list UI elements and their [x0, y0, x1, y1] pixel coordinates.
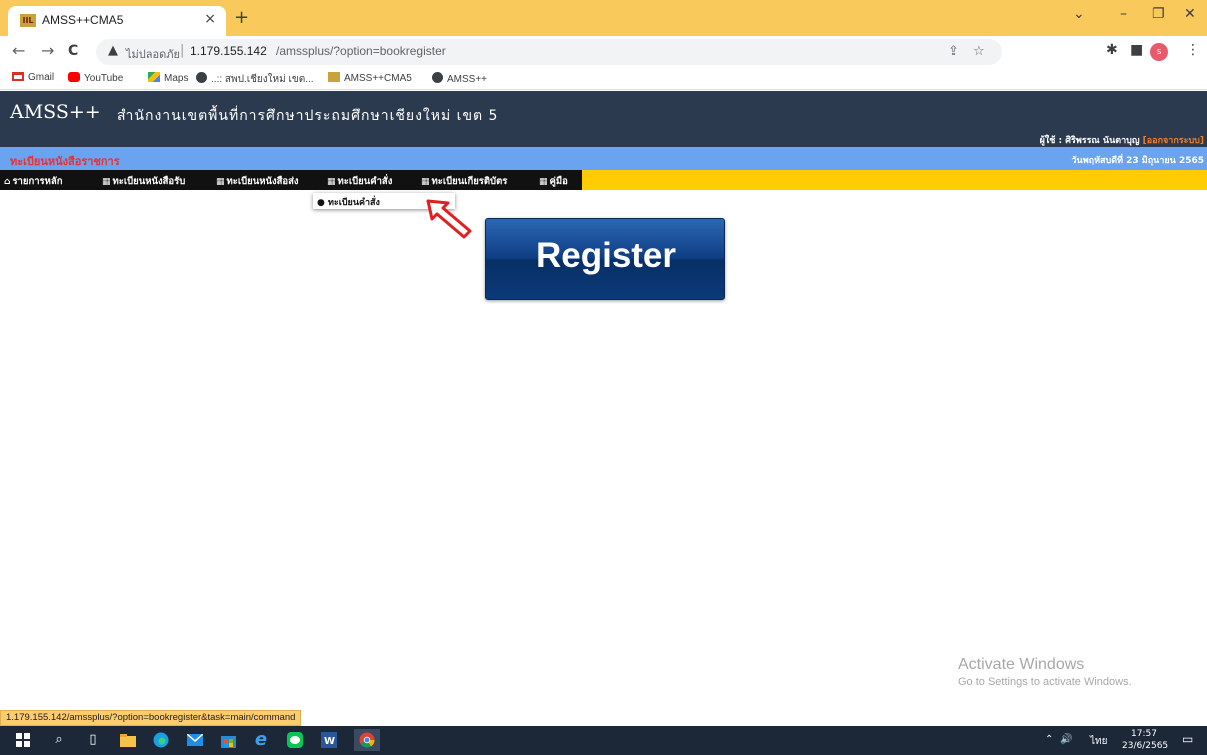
current-date: วันพฤหัสบดีที่ 23 มิถุนายน 2565 — [1071, 156, 1205, 166]
edge-icon[interactable] — [152, 731, 170, 749]
menu-item-commands[interactable]: ▦ ทะเบียนคำสั่ง — [327, 174, 392, 189]
home-icon: ⌂ — [4, 177, 11, 187]
bookmark-amss[interactable]: AMSS++ — [432, 72, 487, 85]
mail-icon[interactable] — [186, 731, 204, 749]
grid-icon: ▦ — [327, 177, 336, 187]
activate-subtitle: Go to Settings to activate Windows. — [958, 676, 1132, 688]
browser-toolbar: ← → C ▲ ไม่ปลอดภัย | 1.179.155.142 /amss… — [0, 36, 1207, 68]
organization-name: สำนักงานเขตพื้นที่การศึกษาประถมศึกษาเชีย… — [117, 108, 499, 124]
tab-close-icon[interactable]: × — [204, 11, 216, 27]
dropdown-item-command-register[interactable]: ● ทะเบียนคำสั่ง — [317, 195, 380, 209]
share-icon[interactable]: ⇪ — [948, 44, 959, 59]
register-button[interactable]: Register — [485, 218, 725, 300]
bookmark-youtube[interactable]: YouTube — [68, 72, 123, 84]
activate-windows-watermark: Activate Windows Go to Settings to activ… — [958, 656, 1132, 688]
file-explorer-icon[interactable] — [119, 731, 137, 749]
chrome-icon[interactable] — [354, 729, 380, 751]
grid-icon: ▦ — [539, 177, 548, 187]
grid-icon: ▦ — [102, 177, 111, 187]
red-pointer-arrow-icon — [426, 199, 472, 239]
globe-icon — [196, 72, 207, 83]
store-icon[interactable] — [219, 731, 237, 749]
new-tab-button[interactable]: + — [234, 9, 249, 27]
youtube-icon — [68, 72, 80, 82]
notifications-icon[interactable]: ▭ — [1182, 732, 1193, 746]
bookmark-maps[interactable]: Maps — [148, 72, 188, 84]
svg-text:W: W — [324, 736, 335, 747]
grid-icon: ▦ — [216, 177, 225, 187]
browser-titlebar: IIL AMSS++CMA5 × + ⌄ – ❐ ✕ — [0, 0, 1207, 36]
module-title: ทะเบียนหนังสือราชการ — [10, 155, 120, 168]
url-path: /amssplus/?option=bookregister — [276, 44, 446, 58]
menu-items: ⌂ รายการหลัก ▦ ทะเบียนหนังสือรับ ▦ ทะเบียนห… — [0, 170, 582, 190]
bookmark-amss-cma5[interactable]: AMSS++CMA5 — [328, 72, 412, 84]
tray-overflow-icon[interactable]: ⌃ — [1045, 734, 1053, 745]
ie-icon[interactable]: e — [252, 731, 270, 749]
restore-button[interactable]: ❐ — [1152, 6, 1165, 22]
volume-icon[interactable]: 🔊 — [1060, 734, 1072, 745]
menu-item-main[interactable]: ⌂ รายการหลัก — [4, 174, 62, 189]
user-info: ผู้ใช้ : ศิริพรรณ นันตาบุญ [ออกจากระบบ] — [1040, 133, 1204, 147]
amss-favicon-icon: IIL — [20, 14, 36, 27]
address-bar[interactable]: ▲ ไม่ปลอดภัย | 1.179.155.142 /amssplus/?… — [96, 39, 1002, 65]
user-name: ผู้ใช้ : ศิริพรรณ นันตาบุญ — [1039, 136, 1143, 146]
menu-item-manual[interactable]: ▦ คู่มือ — [539, 174, 568, 189]
logout-link[interactable]: [ออกจากระบบ] — [1143, 136, 1204, 146]
not-secure-warning-icon[interactable]: ▲ — [108, 43, 118, 58]
activate-title: Activate Windows — [958, 656, 1085, 673]
clock-time: 17:57 — [1131, 729, 1157, 739]
circle-arrow-icon: ● — [317, 198, 325, 208]
module-bar: ทะเบียนหนังสือราชการ วันพฤหัสบดีที่ 23 ม… — [0, 147, 1207, 170]
gmail-icon — [12, 72, 24, 81]
word-icon[interactable]: W — [320, 731, 338, 749]
taskbar-clock[interactable]: 17:57 23/6/2565 — [1122, 728, 1169, 752]
close-window-button[interactable]: ✕ — [1184, 6, 1196, 22]
side-panel-icon[interactable]: ■ — [1130, 42, 1143, 58]
windows-taskbar: ⌕ ▯ e W ⌃ 🔊 ไทย 17:57 23/6/2565 ▭ — [0, 726, 1207, 755]
browser-tab[interactable]: IIL AMSS++CMA5 × — [8, 6, 226, 36]
bookmarks-bar: Gmail YouTube Maps ..:: สพป.เชียงใหม่ เข… — [0, 68, 1207, 90]
minimize-button[interactable]: – — [1120, 6, 1127, 22]
main-menu: ⌂ รายการหลัก ▦ ทะเบียนหนังสือรับ ▦ ทะเบียนห… — [0, 170, 1207, 190]
address-separator: | — [180, 43, 185, 58]
grid-icon: ▦ — [421, 177, 430, 187]
back-button[interactable]: ← — [12, 41, 25, 61]
bookmark-star-icon[interactable]: ☆ — [973, 44, 985, 59]
bookmark-spp-cm[interactable]: ..:: สพป.เชียงใหม่ เขต... — [196, 72, 314, 87]
menu-item-outgoing[interactable]: ▦ ทะเบียนหนังสือส่ง — [216, 174, 299, 189]
menu-item-incoming[interactable]: ▦ ทะเบียนหนังสือรับ — [102, 174, 185, 189]
menu-item-certificates[interactable]: ▦ ทะเบียนเกียรติบัตร — [421, 174, 507, 189]
extensions-icon[interactable]: ✱ — [1106, 42, 1118, 58]
bookmark-gmail[interactable]: Gmail — [12, 72, 54, 83]
site-logo[interactable]: AMSS++ — [10, 101, 101, 123]
url-host: 1.179.155.142 — [190, 44, 267, 58]
search-icon[interactable]: ⌕ — [50, 731, 68, 749]
forward-button[interactable]: → — [41, 41, 54, 61]
maps-icon — [148, 72, 160, 82]
globe-icon — [432, 72, 443, 83]
amss-icon — [328, 72, 340, 82]
chrome-menu-icon[interactable]: ⋮ — [1186, 42, 1200, 58]
screen: IIL AMSS++CMA5 × + ⌄ – ❐ ✕ ← → C ▲ ไม่ปล… — [0, 0, 1207, 755]
register-button-label: Register — [535, 236, 677, 275]
security-label[interactable]: ไม่ปลอดภัย — [126, 45, 180, 63]
line-icon[interactable] — [286, 731, 304, 749]
tab-search-icon[interactable]: ⌄ — [1073, 6, 1085, 22]
profile-avatar[interactable]: s — [1150, 43, 1168, 61]
windows-start-icon[interactable] — [14, 731, 32, 749]
clock-date: 23/6/2565 — [1122, 741, 1169, 751]
task-view-icon[interactable]: ▯ — [84, 731, 102, 749]
tab-title: AMSS++CMA5 — [42, 13, 124, 27]
reload-button[interactable]: C — [68, 41, 78, 61]
input-language[interactable]: ไทย — [1090, 734, 1107, 749]
link-status-bar: 1.179.155.142/amssplus/?option=bookregis… — [0, 710, 302, 726]
site-header: AMSS++ สำนักงานเขตพื้นที่การศึกษาประถมศึ… — [0, 91, 1207, 147]
